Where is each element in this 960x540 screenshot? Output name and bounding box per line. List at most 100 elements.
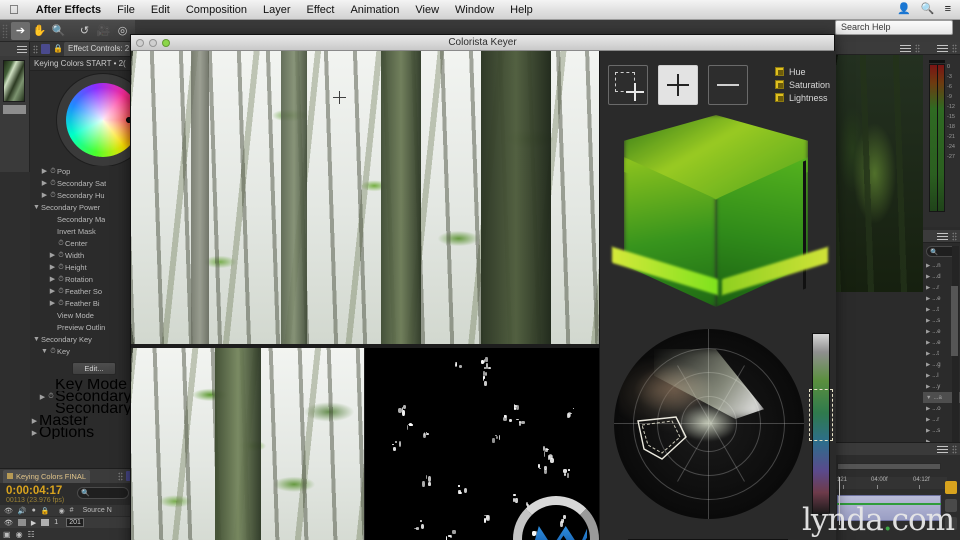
effect-property-row[interactable]: ▶ ⏱ Width [32,250,135,262]
guard-icon[interactable] [945,499,957,512]
list-icon[interactable]: ≡ [945,4,951,15]
effect-property-row[interactable]: View Mode [32,310,135,322]
camera-tool-icon[interactable]: 🎥 [94,22,113,40]
stopwatch-icon[interactable]: ⏱ [49,166,57,178]
stopwatch-icon[interactable]: ⏱ [57,274,65,286]
twirl-closed-icon[interactable]: ▶ [48,286,57,298]
effect-property-row[interactable]: ▶ Master [30,415,135,427]
twirl-open-icon[interactable]: ▼ [926,395,931,401]
twirl-closed-icon[interactable]: ▶ [926,274,930,280]
effect-property-row[interactable]: Invert Mask [32,226,135,238]
twirl-closed-icon[interactable]: ▶ [926,296,930,302]
twirl-closed-icon[interactable]: ▶ [926,384,930,390]
project-panel-mini[interactable] [0,42,30,172]
keyer-matte-preview[interactable] [365,348,599,540]
audio-level-meter[interactable] [929,64,945,212]
stopwatch-icon[interactable]: ⏱ [49,178,57,190]
edit-button[interactable]: Edit... [72,362,116,375]
twirl-closed-icon[interactable]: ▶ [40,166,49,178]
effect-property-row[interactable]: ▼ ⏱ Key [32,346,135,358]
luminance-selection-box[interactable] [809,389,833,441]
zoom-tool-icon[interactable]: 🔍 [49,22,68,40]
twirl-closed-icon[interactable]: ▶ [926,307,930,313]
twirl-closed-icon[interactable]: ▶ [40,178,49,190]
twirl-closed-icon[interactable]: ▶ [48,298,57,310]
keyer-source-preview[interactable] [131,348,364,540]
timeline-ruler[interactable]: 121 04:00f 04:12f [835,477,947,489]
lock-icon[interactable]: 🔒 [41,507,50,515]
stopwatch-icon[interactable]: ⏱ [57,250,65,262]
marquee-select-tool-button[interactable] [608,65,648,105]
color-wheel[interactable] [66,83,135,157]
graph-editor-icon[interactable]: ☷ [28,530,35,539]
effect-property-row[interactable]: ▶ ⏱ Secondary Hu [32,190,135,202]
menu-window[interactable]: Window [447,0,502,20]
table-row[interactable]: 👁 ▶ 1 201 [0,517,135,528]
preview-panel-menu-icon[interactable] [900,44,911,52]
effects-scrollbar-thumb[interactable] [951,286,958,356]
search-icon[interactable]: 🔍 [921,4,935,15]
audio-icon[interactable]: 🔊 [18,507,27,515]
twirl-open-icon[interactable]: ▼ [40,346,49,358]
twirl-closed-icon[interactable]: ▶ [926,373,930,379]
preview-image[interactable] [835,55,923,292]
stopwatch-icon[interactable]: ⏱ [47,393,55,401]
effect-property-row[interactable]: ▶ ⏱ Pop [32,166,135,178]
effects-grip-icon[interactable] [952,231,957,241]
twirl-closed-icon[interactable]: ▶ [926,340,930,346]
effect-property-row[interactable]: ▶ ⏱ Height [32,262,135,274]
hand-tool-icon[interactable]: ✋ [30,22,49,40]
stopwatch-icon[interactable]: ⏱ [57,298,65,310]
effect-property-row[interactable]: Secondary Bypas [30,403,135,415]
panel-grip-icon[interactable] [33,44,38,54]
checkbox-lightness[interactable]: Lightness [775,91,830,104]
frame-blend-icon[interactable]: ▣ [3,530,11,539]
toolbar-grip[interactable] [2,23,8,38]
subtract-color-tool-button[interactable] [708,65,748,105]
target-icon[interactable] [945,517,957,530]
user-icon[interactable]: 👤 [897,4,911,15]
twirl-closed-icon[interactable]: ▶ [30,417,39,425]
layer-duration-bar[interactable] [837,495,941,521]
right-timeline-grip-icon[interactable] [952,444,957,454]
stopwatch-icon[interactable]: ⏱ [57,262,65,274]
keyer-title-bar[interactable]: Colorista Keyer [131,35,834,51]
row-expand-icon[interactable]: ▶ [31,519,36,527]
eyedropper-crosshair-cursor[interactable] [333,91,346,104]
color-volume-cube[interactable] [606,109,830,325]
right-timeline-menu-icon[interactable] [937,445,948,453]
vectorscope[interactable] [614,329,804,519]
twirl-closed-icon[interactable]: ▶ [926,417,930,423]
effect-property-row[interactable]: ▶⏱Secondary Mi [30,391,135,403]
timeline-panel-menu-icon[interactable] [118,471,123,481]
apple-logo-icon[interactable]:  [0,3,28,16]
twirl-closed-icon[interactable]: ▶ [48,262,57,274]
twirl-open-icon[interactable]: ▼ [32,202,41,214]
twirl-closed-icon[interactable]: ▶ [40,190,49,202]
rotation-tool-icon[interactable]: ↺ [75,22,94,40]
twirl-closed-icon[interactable]: ▶ [926,428,930,434]
stopwatch-icon[interactable]: ⏱ [49,190,57,202]
checkbox-icon[interactable] [775,67,784,76]
audio-panel-menu-icon[interactable] [937,44,948,52]
stopwatch-icon[interactable]: ⏱ [57,238,65,250]
menu-edit[interactable]: Edit [143,0,178,20]
menu-layer[interactable]: Layer [255,0,299,20]
eye-icon[interactable]: 👁 [4,507,13,515]
row-label-color[interactable] [17,519,26,526]
effect-property-row[interactable]: ▶ ⏱ Rotation [32,274,135,286]
twirl-closed-icon[interactable]: ▶ [30,429,39,437]
effect-property-row[interactable]: ▼ Secondary Power [32,202,135,214]
twirl-open-icon[interactable]: ▼ [32,334,41,346]
twirl-closed-icon[interactable]: ▶ [926,318,930,324]
twirl-closed-icon[interactable]: ▶ [926,263,930,269]
effect-property-row[interactable]: ▶ ⏱ Feather Bi [32,298,135,310]
effect-property-row[interactable]: Secondary Ma [32,214,135,226]
checkbox-saturation[interactable]: Saturation [775,78,830,91]
panel-menu-icon[interactable] [17,45,27,53]
menu-view[interactable]: View [407,0,447,20]
twirl-closed-icon[interactable]: ▶ [926,329,930,335]
selection-tool-icon[interactable]: ➔ [11,21,30,40]
effects-panel-menu-icon[interactable] [937,232,948,240]
twirl-closed-icon[interactable]: ▶ [926,406,930,412]
